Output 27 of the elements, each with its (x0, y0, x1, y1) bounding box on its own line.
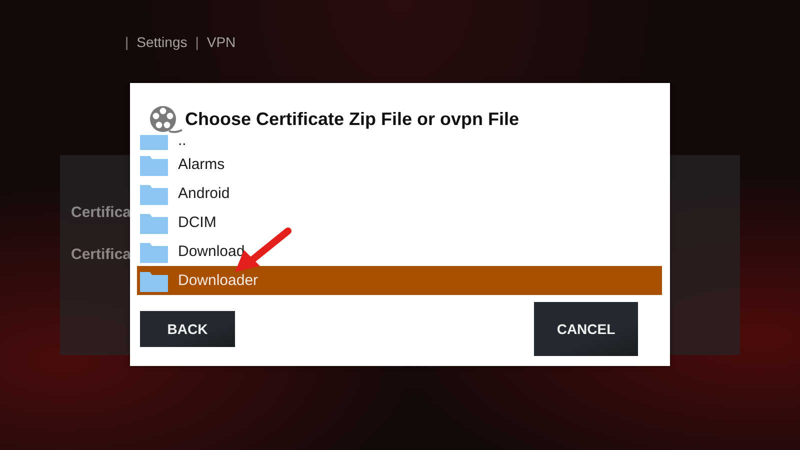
breadcrumb-separator: | (125, 34, 129, 50)
breadcrumb-separator: | (195, 34, 199, 50)
folder-icon (140, 240, 168, 262)
folder-icon (140, 270, 168, 292)
folder-row[interactable]: Alarms (137, 150, 662, 179)
setting-label: Certifica (71, 203, 132, 223)
folder-name: Downloader (178, 272, 258, 290)
dialog-title: Choose Certificate Zip File or ovpn File (185, 109, 520, 130)
folder-name: Download (178, 242, 245, 260)
folder-row[interactable]: DCIM (137, 208, 662, 237)
folder-icon (140, 154, 168, 176)
setting-label: Certifica (71, 245, 132, 265)
back-button[interactable]: BACK (140, 311, 235, 347)
breadcrumb-item: VPN (206, 34, 236, 50)
folder-name: .. (178, 135, 186, 150)
folder-icon (140, 212, 168, 234)
folder-row[interactable]: Download (137, 237, 662, 266)
film-reel-icon (149, 104, 183, 134)
folder-icon (140, 182, 168, 204)
folder-row[interactable]: .. (137, 135, 662, 150)
cancel-button[interactable]: CANCEL (534, 302, 638, 356)
folder-name: Android (178, 184, 230, 202)
folder-name: DCIM (178, 214, 216, 232)
folder-row[interactable]: Android (137, 179, 662, 208)
folder-row[interactable]: Downloader (137, 266, 662, 295)
breadcrumb-item: Settings (136, 34, 188, 50)
folder-name: Alarms (178, 156, 225, 174)
